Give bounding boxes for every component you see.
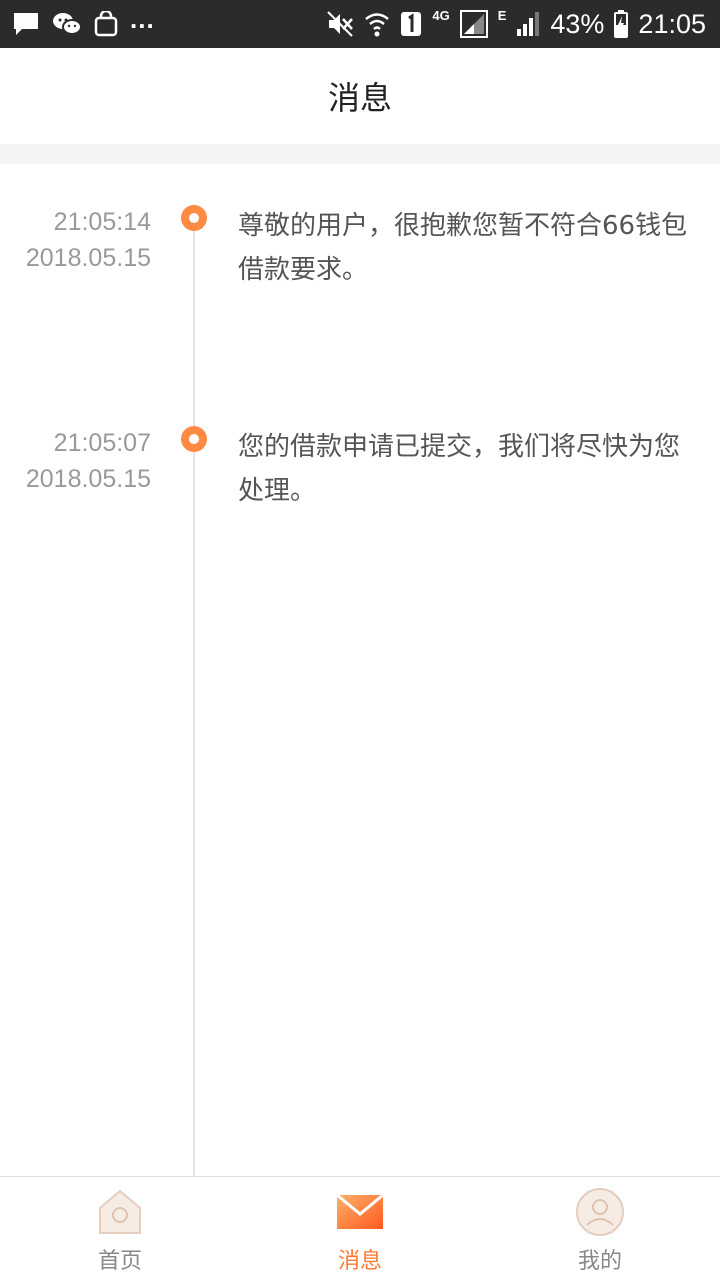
message-text: 尊敬的用户，很抱歉您暂不符合66钱包借款要求。 [238,211,688,285]
wechat-icon [53,13,82,35]
message-icon [14,13,38,35]
home-icon [95,1187,145,1237]
page-title: 消息 [327,79,392,117]
mail-icon [335,1187,385,1237]
header-divider [0,144,720,164]
timeline-dot-icon [181,426,207,452]
page-header: 消息 [0,48,720,144]
status-bar: ... 4G E 43% 21:05 [0,0,720,48]
status-bar-notifications: ... [12,0,155,48]
nav-label-home: 首页 [97,1249,142,1274]
battery-charging-icon [614,10,629,38]
nav-item-profile[interactable]: 我的 [480,1177,720,1280]
network-type-label: 4G [432,8,450,23]
nav-item-home[interactable]: 首页 [0,1177,240,1280]
message-timestamp: 21:05:07 2018.05.15 [26,425,151,497]
timeline-dot-icon [181,205,207,231]
nav-item-messages[interactable]: 消息 [240,1177,480,1280]
timeline-line [193,204,195,1176]
more-notifications-indicator: ... [130,3,155,34]
wifi-icon [365,13,390,37]
data-type-label: E [497,8,507,23]
clock: 21:05 [638,8,706,39]
nav-label-messages: 消息 [337,1249,382,1274]
battery-percentage: 43% [550,8,605,39]
message-time: 21:05:07 [53,429,151,457]
status-bar-system: 4G E 43% 21:05 [326,0,706,48]
shopping-bag-icon [94,11,118,37]
message-text: 您的借款申请已提交，我们将尽快为您处理。 [238,432,681,506]
message-timestamp: 21:05:14 2018.05.15 [26,204,151,276]
nav-label-profile: 我的 [577,1249,622,1274]
message-date: 2018.05.15 [25,465,151,493]
signal-sim1-icon [459,10,488,38]
mute-icon [327,11,354,37]
message-date: 2018.05.15 [25,244,151,272]
sim-one-icon [401,12,422,36]
profile-icon [575,1187,625,1237]
message-time: 21:05:14 [53,208,151,236]
signal-sim2-icon [517,12,540,36]
message-timeline: 21:05:14 2018.05.15 尊敬的用户，很抱歉您暂不符合66钱包借款… [0,164,720,1176]
bottom-navigation: 首页 消息 我的 [0,1176,720,1280]
